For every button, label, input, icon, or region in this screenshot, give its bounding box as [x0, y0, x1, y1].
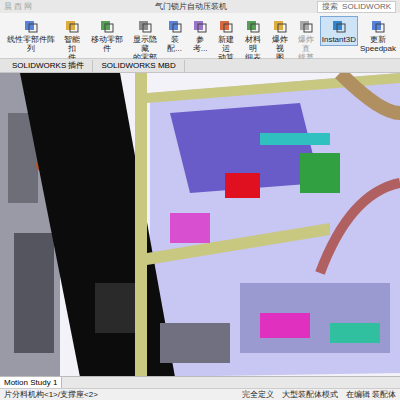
tool-icon [218, 18, 234, 34]
toolbar-button[interactable]: 装配... [162, 16, 187, 55]
status-item: 在编辑 装配体 [346, 390, 396, 400]
title-bar: 晨 西 网气门锁片自动压装机搜索SOLIDWORK [0, 0, 400, 13]
motion-study-tab[interactable]: Motion Study 1 [0, 377, 62, 388]
toolbar-button[interactable]: Instant3D [320, 16, 358, 46]
window-title: 气门锁片自动压装机 [64, 2, 317, 12]
tool-icon [99, 18, 115, 34]
toolbar-button[interactable]: 材料明 细表 [240, 16, 267, 64]
motion-tab-row: Motion Study 1 [0, 376, 400, 388]
command-tab[interactable]: SOLIDWORKS MBD [93, 60, 184, 72]
tool-icon [272, 18, 288, 34]
toolbar-button[interactable]: 爆炸视 图 [266, 16, 293, 64]
toolbar-button[interactable]: 参考... [187, 16, 212, 55]
toolbar-button[interactable]: 智能扣 件 [59, 16, 86, 64]
watermark: 晨 西 网 [4, 2, 64, 12]
tool-icon [192, 18, 208, 34]
tool-icon [331, 18, 347, 34]
search-box[interactable]: 搜索SOLIDWORK [317, 1, 396, 13]
command-tab[interactable]: SOLIDWORKS 插件 [4, 60, 93, 72]
solidworks-window: 晨 西 网气门锁片自动压装机搜索SOLIDWORK线性零部件阵列智能扣 件移动零… [0, 0, 400, 400]
tab-row: SOLIDWORKS 插件SOLIDWORKS MBD [0, 59, 400, 73]
toolbar-button[interactable]: 更新 Speedpak [358, 16, 398, 55]
status-item: 完全定义 [242, 390, 274, 400]
tool-icon [23, 18, 39, 34]
tool-icon [167, 18, 183, 34]
graphics-viewport[interactable] [0, 73, 400, 376]
tool-icon [298, 18, 314, 34]
tool-icon [370, 18, 386, 34]
toolbar-button[interactable]: 移动零部件 [86, 16, 128, 55]
tool-icon [245, 18, 261, 34]
status-path: 片分料机构<1>/支撑座<2> [4, 390, 234, 400]
tool-icon [137, 18, 153, 34]
status-bar: 片分料机构<1>/支撑座<2> 完全定义大型装配体模式在编辑 装配体 [0, 388, 400, 400]
toolbar-button[interactable]: 线性零部件阵列 [2, 16, 59, 55]
assembly-model-icon [0, 73, 400, 376]
command-manager: 线性零部件阵列智能扣 件移动零部件显示隐藏 的零部件装配...参考...新建运 … [0, 13, 400, 59]
status-item: 大型装配体模式 [282, 390, 338, 400]
tool-icon [64, 18, 80, 34]
